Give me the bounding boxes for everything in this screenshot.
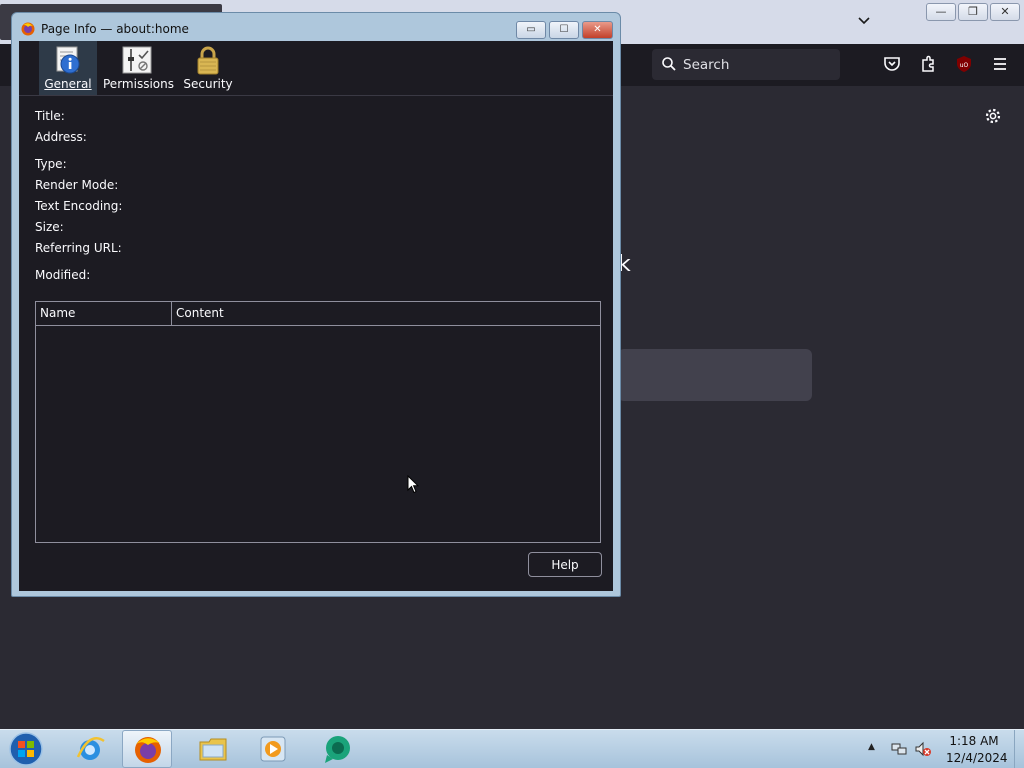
search-icon	[662, 57, 676, 71]
browser-restore-button[interactable]: ❐	[958, 3, 988, 21]
dialog-maximize-button[interactable]: ☐	[549, 21, 579, 39]
help-button[interactable]: Help	[528, 552, 602, 577]
taskbar-internet-explorer[interactable]	[65, 730, 115, 768]
tray-expand-icon[interactable]: ▲	[868, 742, 880, 754]
page-info-tabbar: General Permissions Security	[19, 41, 613, 96]
tab-permissions[interactable]: Permissions	[103, 41, 174, 95]
pocket-icon[interactable]	[883, 55, 901, 73]
taskbar-firefox[interactable]	[122, 730, 172, 768]
tab-general[interactable]: General	[39, 41, 97, 95]
field-address-label: Address:	[35, 130, 87, 144]
internet-explorer-icon	[76, 737, 105, 760]
taskbar: ▲ 1:18 AM 12/4/2024	[0, 729, 1024, 768]
table-header: Name Content	[36, 302, 600, 326]
search-input[interactable]: Search	[652, 49, 840, 80]
tab-permissions-label: Permissions	[103, 77, 174, 91]
taskbar-media-player[interactable]	[248, 730, 298, 768]
chat-app-icon	[325, 736, 350, 763]
dialog-minimize-button[interactable]: ▭	[516, 21, 546, 39]
svg-text:uO: uO	[960, 62, 969, 69]
browser-close-button[interactable]: ✕	[990, 3, 1020, 21]
volume-muted-icon[interactable]	[914, 740, 932, 758]
page-info-dialog: Page Info — about:home ▭ ☐ ✕ General Per…	[11, 12, 621, 597]
file-explorer-icon	[199, 738, 227, 761]
permissions-icon	[122, 46, 152, 74]
show-desktop-button[interactable]	[1014, 730, 1024, 768]
start-orb-icon[interactable]	[7, 731, 45, 767]
dialog-close-button[interactable]: ✕	[582, 21, 613, 39]
column-header-content[interactable]: Content	[172, 302, 600, 325]
tab-general-label: General	[44, 77, 92, 91]
lock-icon	[197, 46, 219, 75]
chevron-down-icon[interactable]	[856, 12, 872, 28]
gear-icon[interactable]	[984, 107, 1002, 125]
newtab-search-box[interactable]	[618, 349, 812, 401]
dialog-title: Page Info — about:home	[41, 22, 189, 36]
meta-tags-table[interactable]: Name Content	[35, 301, 601, 543]
firefox-icon	[135, 737, 161, 763]
field-referring-url-label: Referring URL:	[35, 241, 122, 255]
field-title-label: Title:	[35, 109, 65, 123]
ublock-icon[interactable]: uO	[955, 55, 973, 73]
column-header-name[interactable]: Name	[36, 302, 172, 325]
tab-security[interactable]: Security	[179, 41, 237, 95]
field-size-label: Size:	[35, 220, 64, 234]
clock-date[interactable]: 12/4/2024	[946, 751, 1008, 765]
menu-icon[interactable]	[991, 55, 1009, 73]
field-text-encoding-label: Text Encoding:	[35, 199, 123, 213]
field-modified-label: Modified:	[35, 268, 91, 282]
tab-security-label: Security	[183, 77, 233, 91]
browser-minimize-button[interactable]: —	[926, 3, 956, 21]
extensions-icon[interactable]	[919, 55, 937, 73]
firefox-icon	[21, 22, 35, 36]
field-render-mode-label: Render Mode:	[35, 178, 119, 192]
mouse-cursor	[407, 475, 419, 494]
clock-time[interactable]: 1:18 AM	[946, 734, 1002, 748]
search-placeholder: Search	[683, 57, 730, 73]
field-type-label: Type:	[35, 157, 67, 171]
network-icon[interactable]	[890, 740, 908, 758]
dialog-content: General Permissions Security Title: Addr…	[19, 41, 613, 591]
taskbar-file-explorer[interactable]	[188, 730, 238, 768]
taskbar-chat-app[interactable]	[312, 730, 362, 768]
info-icon	[56, 46, 80, 74]
media-player-icon	[260, 736, 286, 762]
